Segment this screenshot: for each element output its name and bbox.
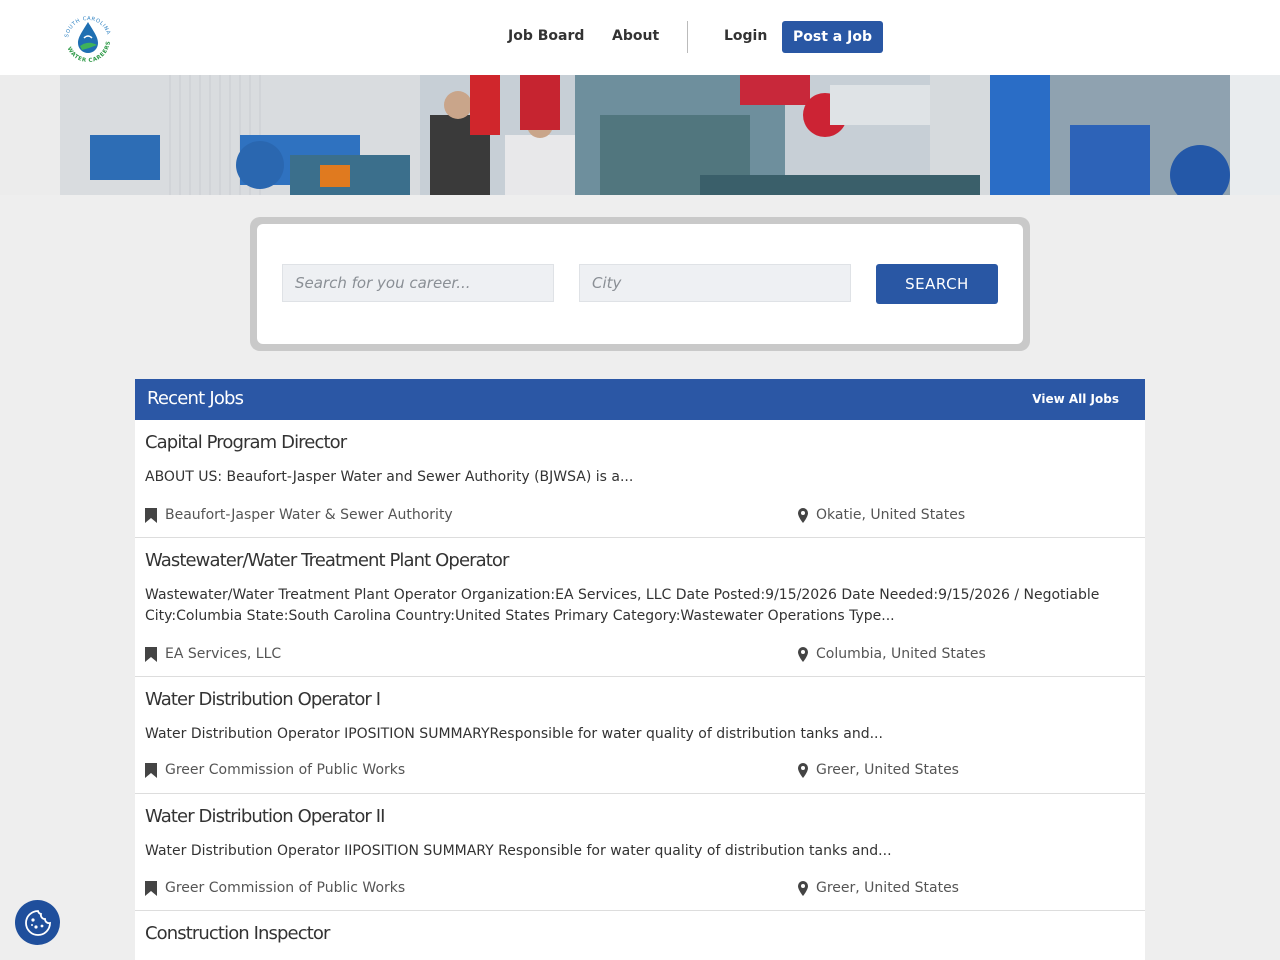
map-pin-icon xyxy=(798,507,808,523)
site-logo[interactable]: SOUTH CAROLINA WATER CAREERS xyxy=(60,10,116,66)
job-location: Okatie, United States xyxy=(798,507,965,523)
bookmark-icon xyxy=(145,762,157,778)
map-pin-icon xyxy=(798,762,808,778)
job-description: Water Distribution Operator IIPOSITION S… xyxy=(145,843,892,859)
job-location: Greer, United States xyxy=(798,880,959,896)
cookie-settings-button[interactable] xyxy=(15,900,60,945)
job-company: Beaufort-Jasper Water & Sewer Authority xyxy=(145,507,453,523)
job-location-text: Greer, United States xyxy=(816,762,959,778)
job-location: Columbia, United States xyxy=(798,646,986,662)
hero-banner-image xyxy=(0,75,1280,195)
job-location-text: Columbia, United States xyxy=(816,646,986,662)
nav-divider xyxy=(687,21,688,53)
job-title[interactable]: Water Distribution Operator I xyxy=(145,689,381,710)
post-job-button[interactable]: Post a Job xyxy=(782,21,883,53)
job-description: ABOUT US: Beaufort-Jasper Water and Sewe… xyxy=(145,469,634,485)
job-company-name: Greer Commission of Public Works xyxy=(165,880,406,896)
map-pin-icon xyxy=(798,880,808,896)
job-company-name: Greer Commission of Public Works xyxy=(165,762,406,778)
recent-jobs-panel: Recent Jobs View All Jobs Capital Progra… xyxy=(135,379,1145,960)
nav-login[interactable]: Login xyxy=(724,28,767,44)
job-listing[interactable]: Capital Program Director ABOUT US: Beauf… xyxy=(135,420,1145,538)
nav-job-board[interactable]: Job Board xyxy=(508,28,584,44)
bookmark-icon xyxy=(145,880,157,896)
keyword-search-input[interactable] xyxy=(282,264,554,302)
job-company: Greer Commission of Public Works xyxy=(145,880,405,896)
recent-jobs-title: Recent Jobs xyxy=(147,388,244,409)
search-panel-inner: SEARCH xyxy=(257,224,1023,344)
bookmark-icon xyxy=(145,646,157,662)
job-description: Wastewater/Water Treatment Plant Operato… xyxy=(145,587,1100,624)
recent-jobs-header: Recent Jobs View All Jobs xyxy=(135,379,1145,420)
site-header: SOUTH CAROLINA WATER CAREERS Job Board A… xyxy=(0,0,1280,75)
job-title[interactable]: Wastewater/Water Treatment Plant Operato… xyxy=(145,550,509,571)
job-company: Greer Commission of Public Works xyxy=(145,762,405,778)
job-location-text: Okatie, United States xyxy=(816,507,966,523)
nav-about[interactable]: About xyxy=(612,28,659,44)
bookmark-icon xyxy=(145,507,157,523)
job-company: EA Services, LLC xyxy=(145,646,281,662)
job-listing[interactable]: Wastewater/Water Treatment Plant Operato… xyxy=(135,538,1145,677)
job-location-text: Greer, United States xyxy=(816,880,959,896)
search-panel: SEARCH xyxy=(250,217,1030,351)
job-company-name: EA Services, LLC xyxy=(165,646,282,662)
job-listing[interactable]: Construction Inspector xyxy=(135,911,1145,960)
job-description: Water Distribution Operator IPOSITION SU… xyxy=(145,726,883,742)
job-location: Greer, United States xyxy=(798,762,959,778)
search-button[interactable]: SEARCH xyxy=(876,264,998,304)
job-listing[interactable]: Water Distribution Operator II Water Dis… xyxy=(135,794,1145,911)
job-title[interactable]: Water Distribution Operator II xyxy=(145,806,385,827)
map-pin-icon xyxy=(798,646,808,662)
job-title[interactable]: Capital Program Director xyxy=(145,432,347,453)
job-title[interactable]: Construction Inspector xyxy=(145,923,330,944)
job-company-name: Beaufort-Jasper Water & Sewer Authority xyxy=(165,507,453,523)
city-input[interactable] xyxy=(579,264,851,302)
cookie-icon xyxy=(24,909,51,936)
job-listing[interactable]: Water Distribution Operator I Water Dist… xyxy=(135,677,1145,794)
view-all-jobs-link[interactable]: View All Jobs xyxy=(1032,392,1119,406)
